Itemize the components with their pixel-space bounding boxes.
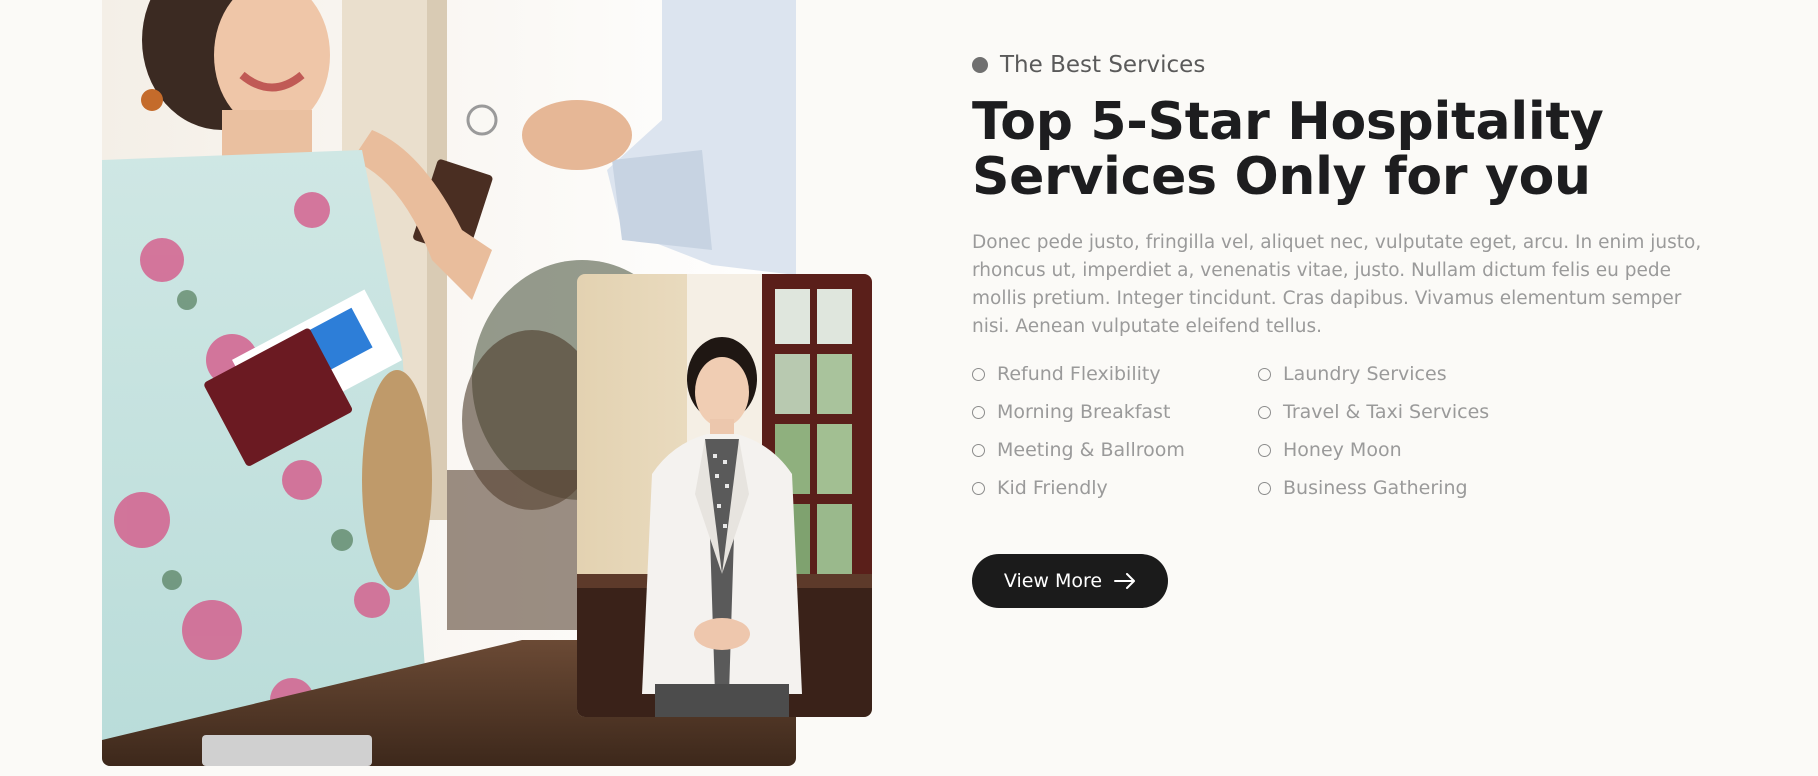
headline-line-1: Top 5-Star Hospitality <box>972 92 1604 152</box>
feature-item: Meeting & Ballroom <box>972 438 1258 462</box>
feature-item: Business Gathering <box>1258 476 1558 500</box>
feature-item: Honey Moon <box>1258 438 1558 462</box>
eyebrow-label: The Best Services <box>1000 52 1206 78</box>
feature-label: Laundry Services <box>1283 363 1447 385</box>
circle-bullet-icon <box>972 405 985 419</box>
feature-label: Refund Flexibility <box>997 363 1161 385</box>
feature-item: Kid Friendly <box>972 476 1258 500</box>
feature-label: Meeting & Ballroom <box>997 439 1185 461</box>
circle-bullet-icon <box>1258 443 1271 457</box>
feature-label: Travel & Taxi Services <box>1283 401 1490 423</box>
feature-item: Travel & Taxi Services <box>1258 400 1558 424</box>
circle-bullet-icon <box>1258 367 1271 381</box>
section-eyebrow: The Best Services <box>972 52 1205 78</box>
receptionist-photo <box>577 274 872 717</box>
feature-item: Morning Breakfast <box>972 400 1258 424</box>
view-more-label: View More <box>1003 570 1103 592</box>
feature-label: Morning Breakfast <box>997 401 1171 423</box>
feature-label: Honey Moon <box>1283 439 1402 461</box>
arrow-right-icon <box>1114 573 1136 589</box>
circle-bullet-icon <box>972 481 985 495</box>
section-description: Donec pede justo, fringilla vel, aliquet… <box>972 232 1702 337</box>
feature-label: Kid Friendly <box>997 477 1108 499</box>
circle-bullet-icon <box>1258 481 1271 495</box>
circle-bullet-icon <box>972 367 985 381</box>
feature-item: Laundry Services <box>1258 362 1558 386</box>
feature-item: Refund Flexibility <box>972 362 1258 386</box>
section-headline: Top 5-Star Hospitality Services Only for… <box>972 95 1712 205</box>
feature-label: Business Gathering <box>1283 477 1468 499</box>
circle-bullet-icon <box>972 443 985 457</box>
features-list: Refund Flexibility Laundry Services Morn… <box>972 362 1558 500</box>
circle-bullet-icon <box>1258 405 1271 419</box>
headline-line-2: Services Only for you <box>972 147 1591 207</box>
bullet-dot-icon <box>972 57 988 73</box>
view-more-button[interactable]: View More <box>972 554 1168 608</box>
